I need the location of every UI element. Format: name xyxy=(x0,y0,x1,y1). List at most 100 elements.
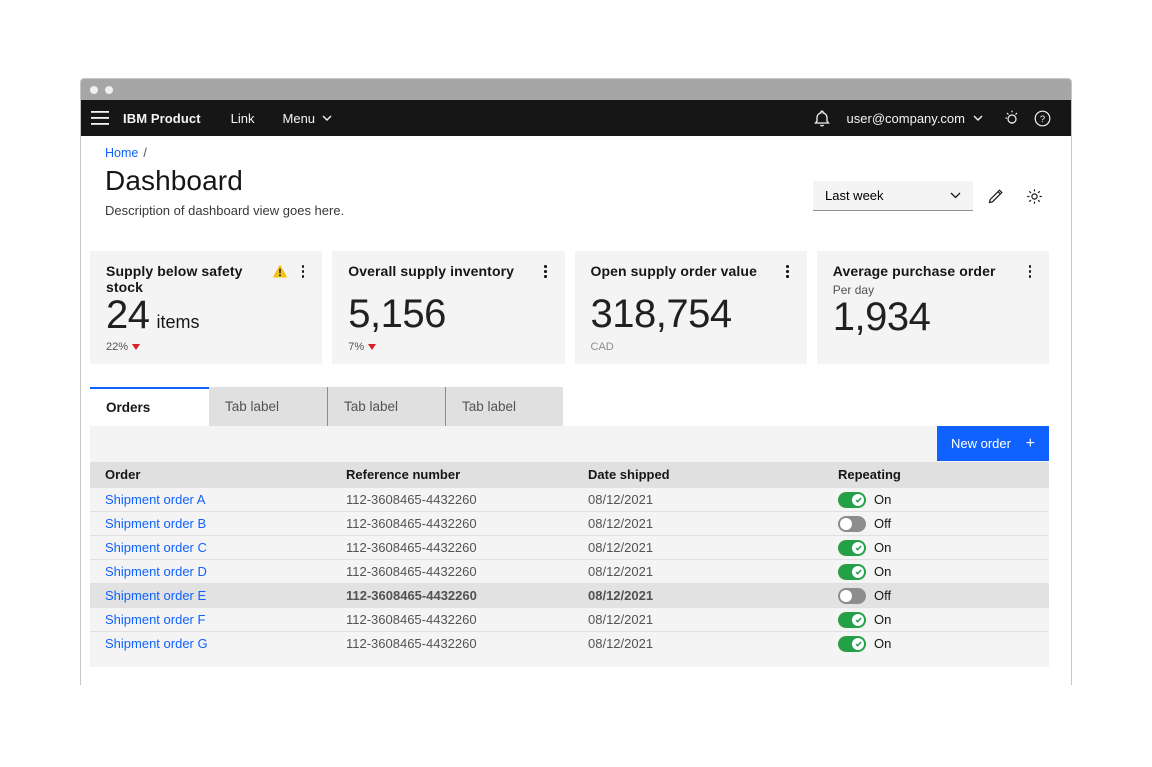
repeating-toggle[interactable] xyxy=(838,587,866,604)
repeating-toggle[interactable] xyxy=(838,635,866,652)
tab-label-2[interactable]: Tab label xyxy=(327,387,445,426)
reference-cell: 112-3608465-4432260 xyxy=(346,612,477,627)
warning-icon xyxy=(272,264,288,278)
table-row-hovered[interactable]: Shipment order E 112-3608465-4432260 08/… xyxy=(90,583,1049,607)
column-header-reference[interactable]: Reference number xyxy=(331,467,573,482)
svg-text:?: ? xyxy=(1039,114,1044,125)
reference-cell: 112-3608465-4432260 xyxy=(346,588,477,603)
idea-lightbulb-icon[interactable] xyxy=(997,103,1027,133)
table-row[interactable]: Shipment order G 112-3608465-4432260 08/… xyxy=(90,631,1049,655)
metric-card-supply-below-safety-stock[interactable]: Supply below safety stock 24 items 22% xyxy=(90,251,323,364)
chevron-down-icon xyxy=(973,115,983,121)
table-row[interactable]: Shipment order D 112-3608465-4432260 08/… xyxy=(90,559,1049,583)
window-titlebar[interactable] xyxy=(81,79,1071,100)
order-link[interactable]: Shipment order C xyxy=(105,540,207,555)
metric-value: 1,934 xyxy=(832,294,931,339)
tab-label-1[interactable]: Tab label xyxy=(209,387,327,426)
date-cell: 08/12/2021 xyxy=(588,588,654,603)
date-cell: 08/12/2021 xyxy=(588,492,654,507)
date-cell: 08/12/2021 xyxy=(588,564,654,579)
repeating-toggle[interactable] xyxy=(838,539,866,556)
overflow-menu-icon[interactable] xyxy=(298,263,309,280)
order-link[interactable]: Shipment order F xyxy=(105,612,205,627)
table-row[interactable]: Shipment order A 112-3608465-4432260 08/… xyxy=(90,487,1049,511)
card-title: Supply below safety stock xyxy=(106,263,243,295)
nav-menu[interactable]: Menu xyxy=(283,111,333,126)
metric-suffix: items xyxy=(156,312,200,332)
date-cell: 08/12/2021 xyxy=(588,516,654,531)
tab-bar: Orders Tab label Tab label Tab label xyxy=(90,387,1049,426)
app-header: IBM Product Link Menu user@company.com ? xyxy=(81,100,1071,136)
dropdown-value: Last week xyxy=(825,188,884,203)
repeating-toggle[interactable] xyxy=(838,611,866,628)
toggle-state-label: On xyxy=(874,564,892,579)
plus-icon: + xyxy=(1025,434,1035,452)
app-window: IBM Product Link Menu user@company.com ? xyxy=(80,78,1072,685)
page-controls: Last week xyxy=(813,181,1049,211)
table-row[interactable]: Shipment order C 112-3608465-4432260 08/… xyxy=(90,535,1049,559)
edit-pencil-icon[interactable] xyxy=(981,181,1011,211)
card-title: Open supply order value xyxy=(590,263,757,279)
order-link[interactable]: Shipment order E xyxy=(105,588,206,603)
metric-card-average-purchase-order[interactable]: Average purchase order Per day 1,934 xyxy=(816,251,1049,364)
overflow-menu-icon[interactable] xyxy=(540,263,551,280)
metric-value: 318,754 xyxy=(590,292,733,336)
account-menu[interactable]: user@company.com xyxy=(847,111,983,126)
hamburger-menu-icon[interactable] xyxy=(85,103,115,133)
time-range-dropdown[interactable]: Last week xyxy=(813,181,973,211)
order-link[interactable]: Shipment order B xyxy=(105,516,206,531)
metric-card-overall-supply-inventory[interactable]: Overall supply inventory 5,156 7% xyxy=(332,251,565,364)
overflow-menu-icon[interactable] xyxy=(1025,263,1036,280)
page-content: Home / Dashboard Description of dashboard… xyxy=(81,136,1071,685)
card-title: Average purchase order xyxy=(832,263,996,279)
date-cell: 08/12/2021 xyxy=(588,612,654,627)
nav-link[interactable]: Link xyxy=(231,111,255,126)
date-cell: 08/12/2021 xyxy=(588,540,654,555)
repeating-toggle[interactable] xyxy=(838,515,866,532)
table-toolbar: New order + xyxy=(90,426,1049,462)
trend-down-icon xyxy=(368,343,377,350)
help-icon[interactable]: ? xyxy=(1027,103,1057,133)
order-link[interactable]: Shipment order A xyxy=(105,492,205,507)
card-title: Overall supply inventory xyxy=(348,263,515,279)
column-header-order[interactable]: Order xyxy=(90,467,331,482)
tab-label-3[interactable]: Tab label xyxy=(445,387,563,426)
window-control-dot[interactable] xyxy=(90,85,98,94)
reference-cell: 112-3608465-4432260 xyxy=(346,540,477,555)
tab-orders[interactable]: Orders xyxy=(90,387,209,426)
notifications-bell-icon[interactable] xyxy=(807,103,837,133)
column-header-repeating[interactable]: Repeating xyxy=(823,467,1049,482)
brand-title: IBM Product xyxy=(123,110,201,126)
user-email: user@company.com xyxy=(846,110,965,126)
breadcrumb: Home / xyxy=(105,146,1049,160)
reference-cell: 112-3608465-4432260 xyxy=(346,492,477,507)
trend-value: 7% xyxy=(348,340,365,353)
overflow-menu-icon[interactable] xyxy=(782,263,793,280)
toggle-state-label: Off xyxy=(874,588,892,603)
reference-cell: 112-3608465-4432260 xyxy=(346,516,477,531)
metric-cards: Supply below safety stock 24 items 22% O… xyxy=(90,251,1049,364)
chevron-down-icon xyxy=(950,192,961,199)
order-link[interactable]: Shipment order G xyxy=(105,636,208,651)
date-cell: 08/12/2021 xyxy=(588,636,654,651)
metric-card-open-supply-order-value[interactable]: Open supply order value 318,754 CAD xyxy=(574,251,807,364)
new-order-button[interactable]: New order + xyxy=(937,426,1049,461)
metric-value: 24 xyxy=(106,293,150,337)
settings-gear-icon[interactable] xyxy=(1019,181,1049,211)
reference-cell: 112-3608465-4432260 xyxy=(346,564,477,579)
window-control-dot[interactable] xyxy=(105,85,113,94)
table-row[interactable]: Shipment order F 112-3608465-4432260 08/… xyxy=(90,607,1049,631)
repeating-toggle[interactable] xyxy=(838,491,866,508)
table-footer-spacer xyxy=(90,655,1049,667)
toggle-state-label: On xyxy=(874,636,892,651)
toggle-state-label: On xyxy=(874,492,892,507)
breadcrumb-home-link[interactable]: Home xyxy=(105,146,138,160)
metric-value: 5,156 xyxy=(348,292,446,336)
toggle-state-label: On xyxy=(874,612,892,627)
breadcrumb-separator: / xyxy=(143,146,147,160)
order-link[interactable]: Shipment order D xyxy=(105,564,207,579)
reference-cell: 112-3608465-4432260 xyxy=(346,636,477,651)
table-row[interactable]: Shipment order B 112-3608465-4432260 08/… xyxy=(90,511,1049,535)
column-header-date-shipped[interactable]: Date shipped xyxy=(573,467,823,482)
repeating-toggle[interactable] xyxy=(838,563,866,580)
